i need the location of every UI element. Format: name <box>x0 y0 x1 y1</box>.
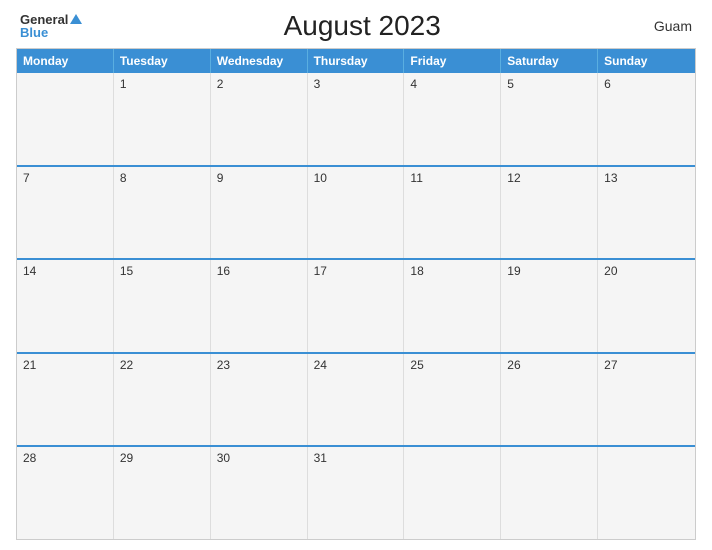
calendar: Monday Tuesday Wednesday Thursday Friday… <box>16 48 696 540</box>
cell-aug-3: 3 <box>308 73 405 165</box>
cell-aug-12: 12 <box>501 167 598 259</box>
cell-aug-18: 18 <box>404 260 501 352</box>
cell-aug-22: 22 <box>114 354 211 446</box>
header-sunday: Sunday <box>598 49 695 73</box>
week-5: 28 29 30 31 <box>17 445 695 539</box>
header-monday: Monday <box>17 49 114 73</box>
cell-aug-20: 20 <box>598 260 695 352</box>
cell-aug-17: 17 <box>308 260 405 352</box>
cell-aug-21: 21 <box>17 354 114 446</box>
cell-aug-11: 11 <box>404 167 501 259</box>
cell-aug-31: 31 <box>308 447 405 539</box>
cell-empty-2 <box>404 447 501 539</box>
cell-aug-14: 14 <box>17 260 114 352</box>
calendar-header: Monday Tuesday Wednesday Thursday Friday… <box>17 49 695 73</box>
cell-aug-29: 29 <box>114 447 211 539</box>
logo: General Blue <box>20 13 82 39</box>
calendar-body: 1 2 3 4 5 6 7 8 9 10 11 12 13 14 15 16 <box>17 73 695 539</box>
logo-blue-text: Blue <box>20 26 48 39</box>
cell-aug-5: 5 <box>501 73 598 165</box>
cell-aug-4: 4 <box>404 73 501 165</box>
cell-aug-24: 24 <box>308 354 405 446</box>
header-friday: Friday <box>404 49 501 73</box>
region-label: Guam <box>642 18 692 34</box>
cell-aug-1: 1 <box>114 73 211 165</box>
cell-aug-27: 27 <box>598 354 695 446</box>
week-2: 7 8 9 10 11 12 13 <box>17 165 695 259</box>
cell-aug-10: 10 <box>308 167 405 259</box>
header-thursday: Thursday <box>308 49 405 73</box>
header: General Blue August 2023 Guam <box>16 10 696 42</box>
cell-aug-30: 30 <box>211 447 308 539</box>
cell-aug-23: 23 <box>211 354 308 446</box>
month-title: August 2023 <box>82 10 642 42</box>
cell-empty-3 <box>501 447 598 539</box>
cell-aug-25: 25 <box>404 354 501 446</box>
header-wednesday: Wednesday <box>211 49 308 73</box>
week-4: 21 22 23 24 25 26 27 <box>17 352 695 446</box>
cell-empty-1 <box>17 73 114 165</box>
cell-aug-26: 26 <box>501 354 598 446</box>
header-saturday: Saturday <box>501 49 598 73</box>
cell-aug-16: 16 <box>211 260 308 352</box>
cell-aug-15: 15 <box>114 260 211 352</box>
page: General Blue August 2023 Guam Monday Tue… <box>0 0 712 550</box>
cell-aug-19: 19 <box>501 260 598 352</box>
cell-empty-4 <box>598 447 695 539</box>
week-1: 1 2 3 4 5 6 <box>17 73 695 165</box>
cell-aug-28: 28 <box>17 447 114 539</box>
cell-aug-13: 13 <box>598 167 695 259</box>
cell-aug-8: 8 <box>114 167 211 259</box>
cell-aug-6: 6 <box>598 73 695 165</box>
cell-aug-9: 9 <box>211 167 308 259</box>
cell-aug-7: 7 <box>17 167 114 259</box>
cell-aug-2: 2 <box>211 73 308 165</box>
week-3: 14 15 16 17 18 19 20 <box>17 258 695 352</box>
logo-triangle-icon <box>70 14 82 24</box>
header-tuesday: Tuesday <box>114 49 211 73</box>
